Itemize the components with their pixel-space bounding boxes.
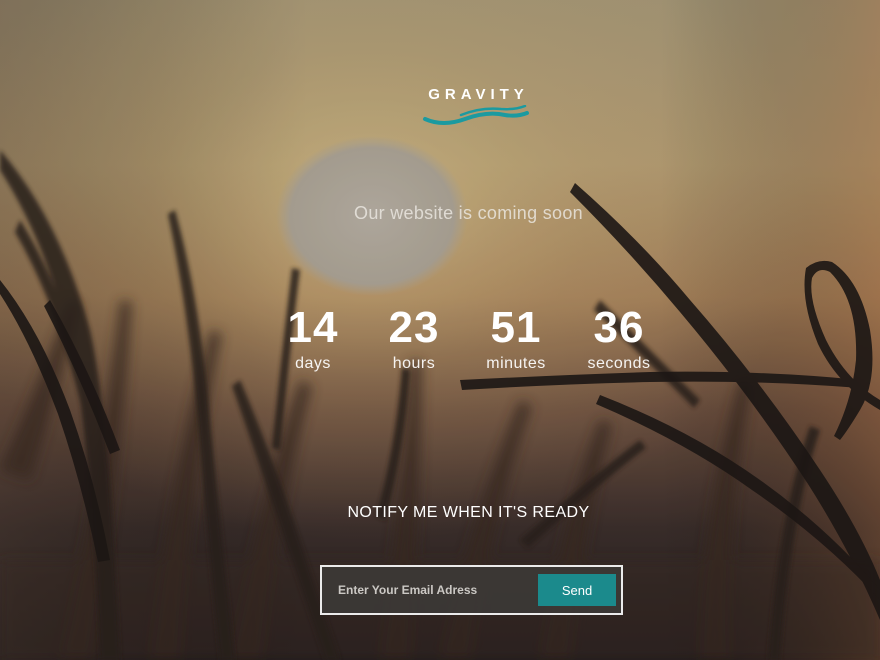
brand-name: GRAVITY [428, 86, 529, 103]
hours-label: hours [392, 355, 436, 372]
countdown-seconds: 36 seconds [564, 304, 674, 374]
notify-heading: NOTIFY ME WHEN IT'S READY [347, 504, 590, 521]
countdown-days: 14 days [258, 304, 368, 374]
seconds-label: seconds [587, 355, 651, 372]
brand-logo: GRAVITY [0, 86, 880, 129]
coming-soon-tagline: Our website is coming soon [354, 203, 583, 223]
subscribe-form: Send [320, 565, 623, 615]
hours-value: 23 [388, 303, 440, 352]
minutes-label: minutes [486, 355, 546, 372]
days-value: 14 [287, 303, 339, 352]
days-label: days [295, 355, 331, 372]
countdown-hours: 23 hours [359, 304, 469, 374]
wave-logo-icon [423, 105, 529, 125]
minutes-value: 51 [490, 303, 542, 352]
seconds-value: 36 [593, 303, 645, 352]
countdown-timer: 14 days 23 hours 51 minutes 36 seconds [262, 304, 672, 384]
send-button[interactable]: Send [538, 574, 616, 606]
email-input[interactable] [328, 574, 528, 606]
countdown-minutes: 51 minutes [461, 304, 571, 374]
